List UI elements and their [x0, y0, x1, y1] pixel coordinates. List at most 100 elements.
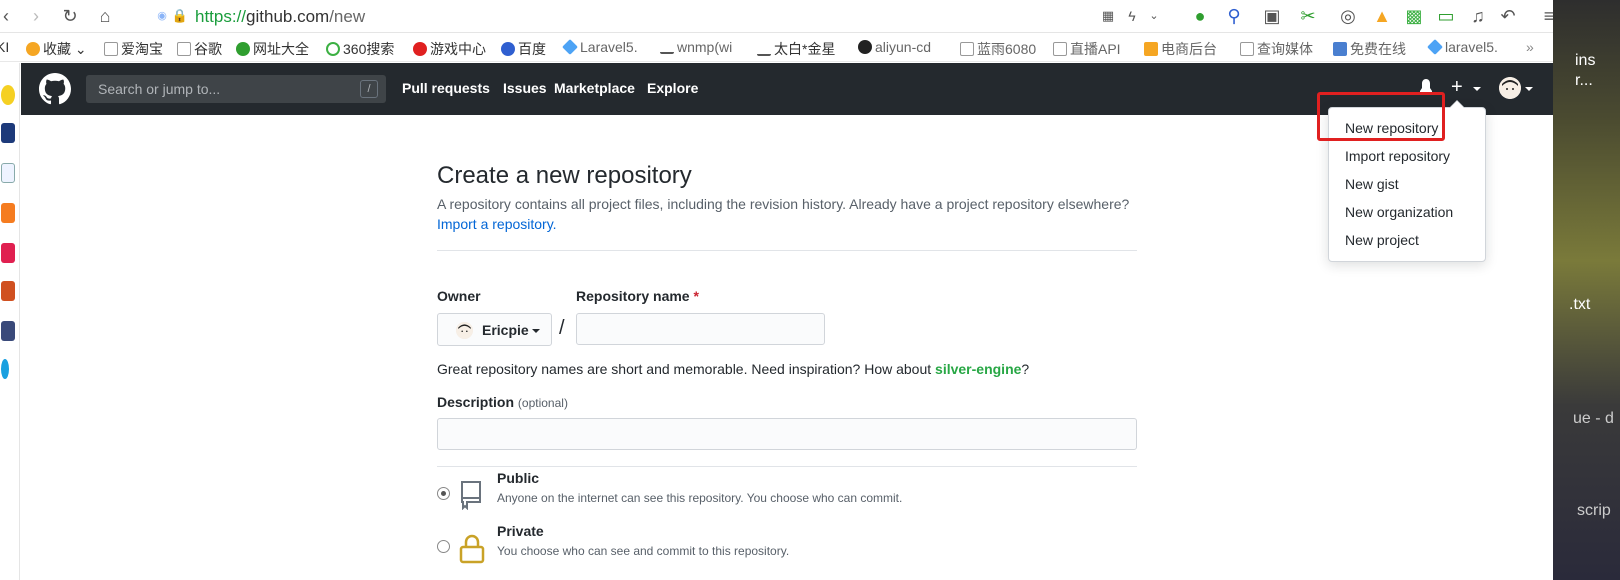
bookmark-item[interactable]: 查询媒体 [1240, 39, 1313, 59]
public-title: Public [497, 470, 540, 486]
url-host: github.com [246, 7, 330, 26]
page-icon [1053, 42, 1067, 56]
bookmark-item[interactable]: wnmp(wi [660, 39, 732, 55]
home-icon[interactable]: ⌂ [93, 4, 117, 28]
repository-name-input[interactable] [576, 313, 825, 345]
bookmark-item[interactable]: 电商后台 [1144, 39, 1217, 59]
page-icon [960, 42, 974, 56]
private-description: You choose who can see and commit to thi… [497, 544, 790, 558]
private-radio[interactable] [437, 540, 450, 553]
caret-down-icon[interactable] [1473, 87, 1481, 91]
plus-icon[interactable]: + [1451, 76, 1463, 99]
headphones-icon[interactable]: ♫ [1466, 4, 1490, 28]
public-radio[interactable] [437, 487, 450, 500]
bookmark-item[interactable]: 收藏 ⌄ [26, 39, 87, 59]
bookmark-item[interactable]: 谷歌 [177, 39, 222, 59]
back-icon[interactable]: ‹ [0, 4, 18, 28]
app-icon[interactable] [1, 123, 15, 143]
diamond-icon [1427, 39, 1443, 55]
caret-down-icon [532, 329, 540, 333]
forward-icon[interactable]: › [24, 4, 48, 28]
bookmark-item[interactable]: Laravel5. [562, 39, 638, 55]
more-bookmarks-icon[interactable]: » [1526, 39, 1534, 55]
nav-pull-requests[interactable]: Pull requests [402, 80, 490, 96]
repository-name-hint: Great repository names are short and mem… [437, 361, 1029, 377]
browser-toolbar: ‹ › ↻ ⌂ ◉ 🔒 https://github.com/new ▦ ϟ ⌄… [0, 0, 1575, 33]
avatar[interactable] [1499, 77, 1521, 99]
bookmark-item[interactable]: 太白*金星 [757, 39, 835, 59]
bookmark-item[interactable]: 网址大全 [236, 39, 309, 59]
nav-marketplace[interactable]: Marketplace [554, 80, 635, 96]
tiger-icon[interactable]: ▲ [1370, 4, 1394, 28]
bookmark-item[interactable]: 游戏中心 [413, 39, 486, 59]
doc-icon [1333, 42, 1347, 56]
owner-name: Ericpie [482, 322, 529, 338]
search-box[interactable]: / [86, 75, 386, 103]
site-icon [1144, 42, 1158, 56]
lock-icon [459, 534, 485, 564]
owner-select-button[interactable]: Ericpie [437, 313, 552, 346]
qr-icon[interactable]: ▦ [1096, 4, 1120, 28]
site-icon [757, 42, 771, 56]
address-bar[interactable]: https://github.com/new [195, 7, 365, 27]
lightning-icon[interactable]: ϟ [1120, 4, 1144, 28]
bookmark-item[interactable]: 爱淘宝 [104, 39, 163, 59]
repository-name-label-text: Repository name [576, 288, 690, 304]
image-icon[interactable]: ▣ [1260, 4, 1284, 28]
diamond-icon [562, 39, 578, 55]
bookmark-item[interactable]: 百度 [501, 39, 546, 59]
app-icon[interactable] [1, 243, 15, 263]
chat-icon[interactable]: ◎ [1336, 4, 1360, 28]
bookmark-item[interactable]: laravel5. [1427, 39, 1498, 55]
annotation-highlight-box [1317, 92, 1445, 141]
divider [437, 466, 1137, 467]
app-icon[interactable] [1, 203, 15, 223]
scissors-icon[interactable]: ✂ [1296, 4, 1320, 28]
description-label: Description (optional) [437, 394, 568, 410]
site-icon [326, 42, 340, 56]
menu-item-new-organization[interactable]: New organization [1345, 204, 1453, 220]
apps-icon[interactable]: ▩ [1402, 4, 1426, 28]
app-icon[interactable] [1, 359, 9, 379]
desktop-label: .txt [1569, 296, 1591, 313]
menu-item-import-repository[interactable]: Import repository [1345, 148, 1450, 164]
search-input[interactable] [86, 75, 386, 103]
bookmark-partial: KI [0, 39, 10, 55]
menu-item-new-gist[interactable]: New gist [1345, 176, 1399, 192]
bookmark-item[interactable]: 直播API [1053, 39, 1121, 59]
bookmark-item[interactable]: 蓝雨6080 [960, 39, 1036, 59]
chevron-down-icon[interactable]: ⌄ [1142, 4, 1166, 28]
owner-label: Owner [437, 288, 481, 304]
description-input[interactable] [437, 418, 1137, 450]
translate-icon[interactable]: ● [1188, 4, 1212, 28]
doc-icon[interactable] [1, 163, 15, 183]
nav-issues[interactable]: Issues [503, 80, 547, 96]
app-icon[interactable] [1, 281, 15, 301]
desktop-label: ins [1575, 52, 1596, 69]
avatar [456, 322, 473, 339]
slash-shortcut-hint: / [360, 80, 378, 98]
intro-description: A repository contains all project files,… [437, 196, 1130, 212]
menu-item-new-project[interactable]: New project [1345, 232, 1419, 248]
import-repository-link[interactable]: Import a repository. [437, 216, 557, 232]
bookmark-item[interactable]: aliyun-cd [858, 39, 931, 55]
search-icon[interactable]: ⚲ [1222, 4, 1246, 28]
app-icon[interactable] [1, 321, 15, 341]
wnmp-icon [660, 40, 674, 54]
reload-icon[interactable]: ↻ [58, 4, 82, 28]
page-icon [104, 42, 118, 56]
site-icon [236, 42, 250, 56]
bookmark-item[interactable]: 360搜索 [326, 39, 394, 59]
required-mark: * [693, 288, 699, 304]
url-scheme: https:// [195, 7, 247, 26]
battery-icon[interactable]: ▭ [1434, 4, 1458, 28]
star-icon[interactable] [1, 85, 15, 105]
name-suggestion[interactable]: silver-engine [935, 361, 1021, 377]
desktop-label: ue - d [1573, 410, 1614, 427]
optional-label: (optional) [517, 396, 568, 410]
bookmark-item[interactable]: 免费在线 [1333, 39, 1406, 59]
nav-explore[interactable]: Explore [647, 80, 698, 96]
github-logo-icon[interactable] [39, 73, 71, 105]
caret-down-icon[interactable] [1525, 87, 1533, 91]
undo-icon[interactable]: ↶ [1496, 4, 1520, 28]
